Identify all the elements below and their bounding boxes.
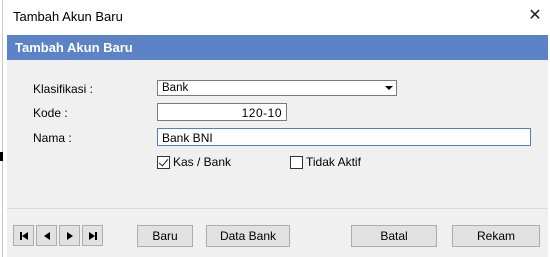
first-record-button[interactable] xyxy=(13,225,34,246)
divider xyxy=(7,208,548,209)
header-band: Tambah Akun Baru xyxy=(7,35,548,60)
form-panel: Klasifikasi : Bank Kode : 120-10 Nama : … xyxy=(7,60,548,257)
window-left-border xyxy=(2,0,3,257)
title-bar: Tambah Akun Baru ✕ xyxy=(3,0,550,32)
klasifikasi-label: Klasifikasi : xyxy=(33,82,94,96)
klasifikasi-value: Bank xyxy=(162,82,189,94)
close-button[interactable]: ✕ xyxy=(524,4,546,26)
tidak-aktif-label: Tidak Aktif xyxy=(306,155,361,169)
kode-label: Kode : xyxy=(33,106,68,120)
record-navigator xyxy=(13,225,105,246)
kas-bank-label: Kas / Bank xyxy=(173,155,232,169)
nama-label: Nama : xyxy=(33,131,72,145)
next-record-icon xyxy=(66,231,73,240)
dialog-window: Tambah Akun Baru ✕ Tambah Akun Baru Klas… xyxy=(0,0,550,257)
checkbox-icon[interactable] xyxy=(290,155,303,169)
window-left-tick xyxy=(0,152,3,161)
header-title: Tambah Akun Baru xyxy=(15,40,133,55)
previous-record-icon xyxy=(43,231,50,240)
rekam-button[interactable]: Rekam xyxy=(452,225,540,247)
nama-field[interactable]: Bank BNI xyxy=(157,128,531,146)
first-record-icon xyxy=(19,231,28,240)
chevron-down-icon[interactable] xyxy=(382,82,395,94)
klasifikasi-select[interactable]: Bank xyxy=(157,80,397,96)
kas-bank-checkbox[interactable]: Kas / Bank xyxy=(157,155,231,169)
previous-record-button[interactable] xyxy=(36,225,57,246)
kode-field[interactable]: 120-10 xyxy=(157,103,287,121)
last-record-icon xyxy=(88,231,97,240)
checkmark-icon[interactable] xyxy=(157,155,170,169)
tidak-aktif-checkbox[interactable]: Tidak Aktif xyxy=(290,155,361,169)
window-title: Tambah Akun Baru xyxy=(13,9,123,24)
data-bank-button[interactable]: Data Bank xyxy=(206,225,290,247)
next-record-button[interactable] xyxy=(59,225,80,246)
close-icon: ✕ xyxy=(528,7,542,24)
last-record-button[interactable] xyxy=(82,225,103,246)
baru-button[interactable]: Baru xyxy=(137,225,193,247)
batal-button[interactable]: Batal xyxy=(351,225,437,247)
